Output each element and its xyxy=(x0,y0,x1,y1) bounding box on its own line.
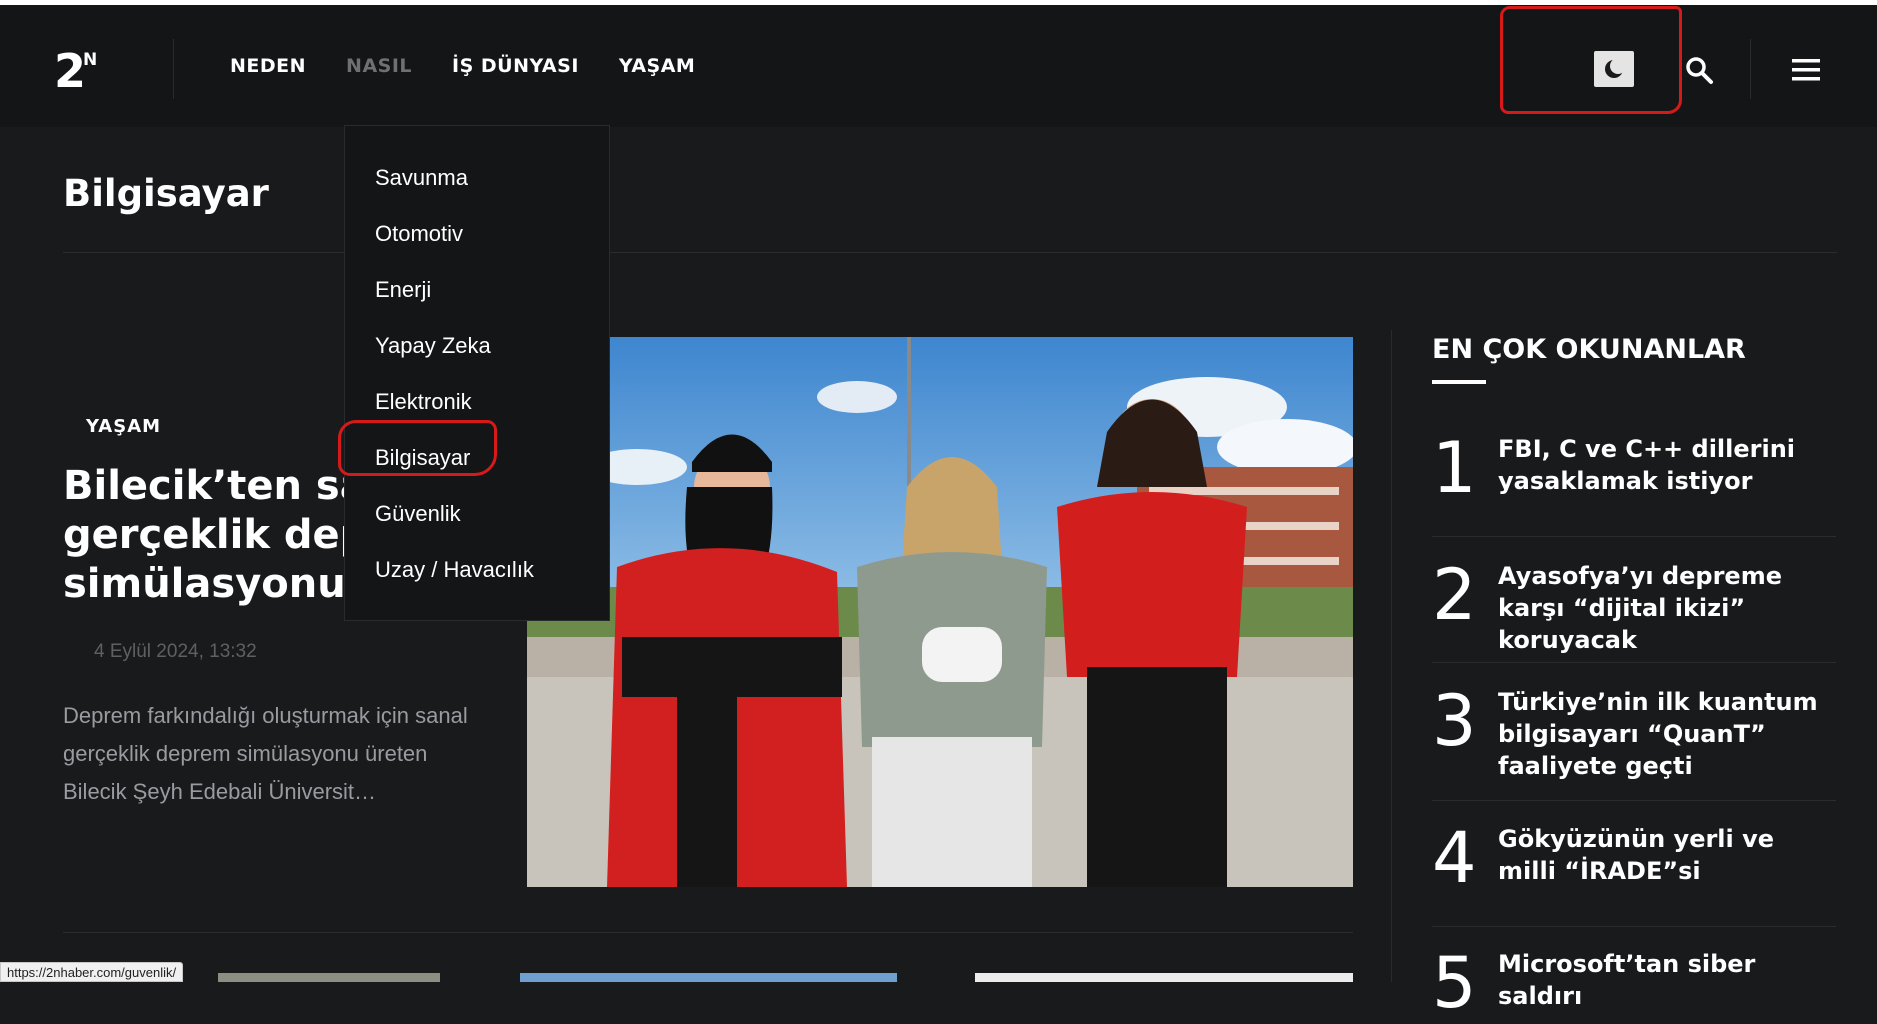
header-divider xyxy=(173,39,174,99)
most-read-headline[interactable]: Türkiye’nin ilk kuantum bilgisayarı “Qua… xyxy=(1498,686,1838,782)
list-divider xyxy=(1432,662,1836,663)
most-read-rank: 5 xyxy=(1432,942,1477,1024)
nasil-dropdown-menu: Savunma Otomotiv Enerji Yapay Zeka Elekt… xyxy=(344,125,610,621)
most-read-rank: 1 xyxy=(1432,427,1477,509)
article-thumbnail[interactable] xyxy=(975,973,1353,982)
dark-mode-toggle[interactable] xyxy=(1594,51,1634,87)
article-thumbnail[interactable] xyxy=(520,973,897,982)
article-category[interactable]: YAŞAM xyxy=(86,416,161,437)
list-divider xyxy=(1432,536,1836,537)
article-hero-image[interactable] xyxy=(527,337,1353,887)
site-logo[interactable]: 2 N xyxy=(54,43,108,97)
most-read-rank: 2 xyxy=(1432,554,1477,636)
dropdown-item-otomotiv[interactable]: Otomotiv xyxy=(375,221,463,247)
search-icon[interactable] xyxy=(1684,55,1714,85)
most-read-headline[interactable]: Microsoft’tan siber saldırı xyxy=(1498,948,1838,1012)
article-date: 4 Eylül 2024, 13:32 xyxy=(94,641,257,662)
moon-icon xyxy=(1605,58,1625,78)
header-divider-right xyxy=(1750,39,1751,99)
site-header: 2 N NEDEN NASIL İŞ DÜNYASI YAŞAM xyxy=(0,5,1877,127)
dropdown-item-elektronik[interactable]: Elektronik xyxy=(375,389,472,415)
article-thumbnail[interactable] xyxy=(218,973,440,982)
most-read-headline[interactable]: Ayasofya’yı depreme karşı “dijital ikizi… xyxy=(1498,560,1838,656)
svg-text:2: 2 xyxy=(54,44,86,97)
dropdown-item-yapay-zeka[interactable]: Yapay Zeka xyxy=(375,333,491,359)
most-read-headline[interactable]: Gökyüzünün yerli ve milli “İRADE”si xyxy=(1498,823,1838,887)
sidebar-divider xyxy=(1391,330,1392,982)
nav-nasil[interactable]: NASIL xyxy=(346,55,412,77)
dropdown-item-savunma[interactable]: Savunma xyxy=(375,165,468,191)
nav-is-dunyasi[interactable]: İŞ DÜNYASI xyxy=(452,55,579,77)
section-divider xyxy=(63,932,1353,933)
page-title: Bilgisayar xyxy=(63,172,269,215)
nav-yasam[interactable]: YAŞAM xyxy=(619,55,695,77)
link-preview-status-bar: https://2nhaber.com/guvenlik/ xyxy=(0,962,184,982)
dropdown-item-uzay-havacilik[interactable]: Uzay / Havacılık xyxy=(375,557,534,583)
most-read-title: EN ÇOK OKUNANLAR xyxy=(1432,334,1746,365)
most-read-headline[interactable]: FBI, C ve C++ dillerini yasaklamak istiy… xyxy=(1498,433,1838,497)
main-nav: NEDEN NASIL İŞ DÜNYASI YAŞAM xyxy=(230,55,695,77)
list-divider xyxy=(1432,926,1836,927)
most-read-underline xyxy=(1432,380,1486,384)
hamburger-menu-icon[interactable] xyxy=(1790,55,1822,85)
list-divider xyxy=(1432,800,1836,801)
hero-photo xyxy=(527,337,1353,887)
most-read-rank: 3 xyxy=(1432,680,1477,762)
title-divider xyxy=(63,252,1837,253)
dropdown-item-bilgisayar[interactable]: Bilgisayar xyxy=(375,445,470,471)
dropdown-item-enerji[interactable]: Enerji xyxy=(375,277,431,303)
nav-neden[interactable]: NEDEN xyxy=(230,55,306,77)
most-read-rank: 4 xyxy=(1432,817,1477,899)
svg-text:N: N xyxy=(83,50,97,70)
article-excerpt: Deprem farkındalığı oluşturmak için sana… xyxy=(63,703,468,804)
dropdown-item-guvenlik[interactable]: Güvenlik xyxy=(375,501,461,527)
